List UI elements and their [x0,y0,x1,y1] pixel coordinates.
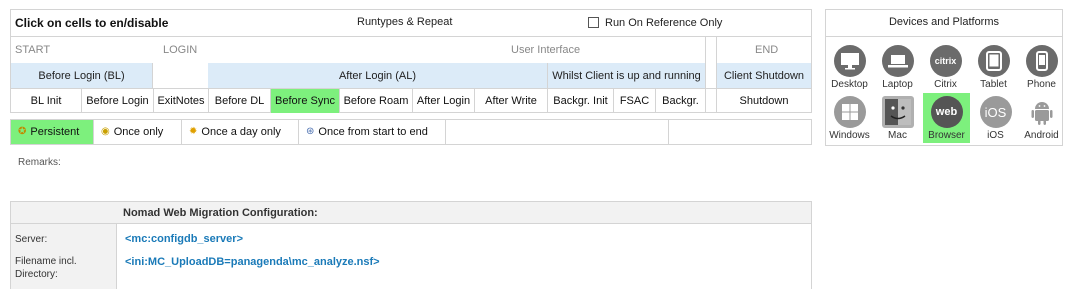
step-before-roam[interactable]: Before Roam [340,88,413,113]
devices-title: Devices and Platforms [826,10,1062,37]
runtypes-subtitle: Runtypes & Repeat [357,16,453,28]
citrix-icon: citrix [929,45,962,77]
step-shutdown[interactable]: Shutdown [717,88,811,113]
ios-icon: iOS [979,96,1012,128]
device-phone[interactable]: Phone [1018,42,1065,92]
step-fsac[interactable]: FSAC [614,88,656,113]
freq-once-only-label: Once only [113,126,164,138]
frequency-bar: ✪ Persistent ◉ Once only ✹ Once a day on… [10,119,812,145]
run-on-reference-checkbox[interactable] [588,17,599,28]
freq-once-start-end-label: Once from start to end [318,126,428,138]
device-mac-label: Mac [888,130,907,141]
device-laptop-label: Laptop [882,79,913,90]
step-after-write[interactable]: After Write [475,88,548,113]
device-citrix-label: Citrix [934,79,957,90]
device-windows-label: Windows [829,130,870,141]
freq-persistent-label: Persistent [30,126,80,138]
remarks-label: Remarks: [18,157,61,168]
step-before-dl[interactable]: Before DL [209,88,271,113]
citrix-icon-text: citrix [934,56,957,66]
runtypes-header: Click on cells to en/disable Runtypes & … [11,10,811,37]
device-desktop-label: Desktop [831,79,868,90]
step-backgr-init[interactable]: Backgr. Init [548,88,614,113]
laptop-icon [881,45,914,77]
device-laptop[interactable]: Laptop [874,42,921,92]
star-icon: ✪ [18,126,27,137]
device-ios[interactable]: iOS iOS [972,93,1019,143]
web-icon-text: web [935,106,958,118]
section-start: START [15,44,51,56]
step-spacer [706,88,717,113]
freq-persistent[interactable]: ✪ Persistent [11,120,94,144]
step-after-login[interactable]: After Login [413,88,475,113]
device-phone-label: Phone [1027,79,1056,90]
once-only-icon: ◉ [101,126,110,137]
windows-icon [833,96,866,128]
section-end: END [755,44,779,56]
step-before-sync[interactable]: Before Sync [271,88,340,113]
device-browser[interactable]: web Browser [923,93,970,143]
step-before-login[interactable]: Before Login [82,88,154,113]
device-desktop[interactable]: Desktop [826,42,873,92]
device-citrix[interactable]: citrix Citrix [922,42,969,92]
desktop-icon [833,45,866,77]
phone-icon [1025,45,1058,77]
step-exit-notes[interactable]: ExitNotes [154,88,209,113]
android-icon [1026,96,1058,128]
device-windows[interactable]: Windows [826,93,873,143]
freq-once-only[interactable]: ◉ Once only [94,120,182,144]
device-android-label: Android [1024,130,1059,141]
devices-panel: Devices and Platforms Desktop Laptop cit… [825,9,1063,146]
nomad-title: Nomad Web Migration Configuration: [123,207,318,219]
device-android[interactable]: Android [1018,93,1065,143]
web-browser-icon: web [930,96,963,128]
freq-empty-cell [446,120,669,144]
nomad-header: Nomad Web Migration Configuration: [11,202,811,224]
server-label: Server: [15,234,48,245]
step-backgr[interactable]: Backgr. [656,88,706,113]
device-tablet-label: Tablet [980,79,1007,90]
run-on-reference-label[interactable]: Run On Reference Only [605,17,722,29]
group-after-login[interactable]: After Login (AL) [208,63,548,88]
filename-value[interactable]: <ini:MC_UploadDB=panagenda\mc_analyze.ns… [125,256,380,268]
step-bl-init[interactable]: BL Init [11,88,82,113]
runtypes-panel: Click on cells to en/disable Runtypes & … [10,9,812,113]
section-login: LOGIN [163,44,198,56]
server-value[interactable]: <mc:configdb_server> [125,233,243,245]
device-browser-label: Browser [928,130,965,141]
freq-once-a-day-label: Once a day only [201,126,281,138]
filename-label-line1: Filename incl. [15,256,77,267]
tablet-icon [977,45,1010,77]
cycle-icon: ⊛ [306,126,315,137]
nomad-config-panel: Nomad Web Migration Configuration: Serve… [10,201,812,289]
device-tablet[interactable]: Tablet [970,42,1017,92]
sun-icon: ✹ [189,126,198,137]
freq-once-a-day[interactable]: ✹ Once a day only [182,120,299,144]
group-whilst-client[interactable]: Whilst Client is up and running [548,63,706,88]
group-client-shutdown[interactable]: Client Shutdown [717,63,811,88]
device-mac[interactable]: Mac [874,93,921,143]
device-ios-label: iOS [987,130,1004,141]
section-user-interface: User Interface [511,44,581,56]
group-before-login[interactable]: Before Login (BL) [11,63,153,88]
freq-once-start-end[interactable]: ⊛ Once from start to end [299,120,446,144]
ios-icon-text: iOS [984,104,1007,120]
runtypes-title: Click on cells to en/disable [15,16,169,30]
filename-label-line2: Directory: [15,269,58,280]
mac-finder-icon [881,96,914,128]
